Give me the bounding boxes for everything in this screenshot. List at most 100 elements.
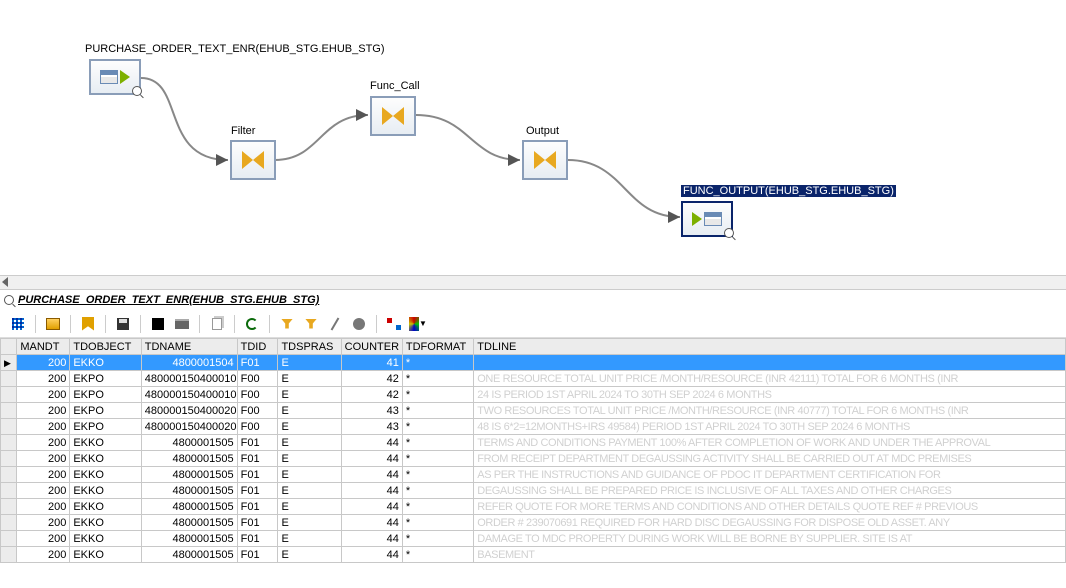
- cell-counter: 42: [341, 371, 402, 387]
- node-filter[interactable]: [230, 140, 276, 180]
- cell-tdformat: *: [402, 515, 473, 531]
- row-selector[interactable]: [1, 371, 17, 387]
- magnify-icon[interactable]: [724, 228, 734, 238]
- open-button[interactable]: [113, 314, 133, 334]
- table-row[interactable]: 200EKKO4800001505F01E44*FROM RECEIPT DEP…: [1, 451, 1066, 467]
- cell-tdline: DEGAUSSING SHALL BE PREPARED PRICE IS IN…: [474, 483, 1066, 499]
- cell-tdline: 48 IS 6*2=12MONTHS+IRS 49584) PERIOD 1ST…: [474, 419, 1066, 435]
- cell-tdid: F01: [237, 355, 278, 371]
- cell-tdname: 4800001504: [141, 355, 237, 371]
- col-tdline[interactable]: TDLINE: [474, 339, 1066, 355]
- row-selector[interactable]: [1, 387, 17, 403]
- cell-tdformat: *: [402, 467, 473, 483]
- row-selector[interactable]: [1, 467, 17, 483]
- cell-tdspras: E: [278, 515, 341, 531]
- col-tdid[interactable]: TDID: [237, 339, 278, 355]
- table-row[interactable]: 200EKKO4800001505F01E44*REFER QUOTE FOR …: [1, 499, 1066, 515]
- filter-add-button[interactable]: [301, 314, 321, 334]
- row-selector-header[interactable]: [1, 339, 17, 355]
- node-output-label: Output: [526, 125, 559, 137]
- table-row[interactable]: 200EKKO4800001504F01E41*: [1, 355, 1066, 371]
- cell-tdline: FROM RECEIPT DEPARTMENT DEGAUSSING ACTIV…: [474, 451, 1066, 467]
- flow-button[interactable]: [384, 314, 404, 334]
- row-selector[interactable]: [1, 483, 17, 499]
- cell-tdspras: E: [278, 547, 341, 563]
- cell-tdobject: EKKO: [70, 451, 141, 467]
- diagram-canvas[interactable]: PURCHASE_ORDER_TEXT_ENR(EHUB_STG.EHUB_ST…: [0, 0, 1066, 290]
- cell-tdid: F01: [237, 515, 278, 531]
- diagram-hscrollbar[interactable]: [0, 275, 1066, 289]
- cell-tdobject: EKPO: [70, 387, 141, 403]
- row-selector[interactable]: [1, 515, 17, 531]
- cell-tdline: REFER QUOTE FOR MORE TERMS AND CONDITION…: [474, 499, 1066, 515]
- transform-icon: [382, 107, 404, 125]
- row-selector[interactable]: [1, 531, 17, 547]
- node-target[interactable]: [681, 201, 733, 237]
- print-button[interactable]: [172, 314, 192, 334]
- refresh-button[interactable]: [242, 314, 262, 334]
- cell-tdformat: *: [402, 531, 473, 547]
- table-row[interactable]: 200EKPO480000150400010F00E42*ONE RESOURC…: [1, 371, 1066, 387]
- col-counter[interactable]: COUNTER: [341, 339, 402, 355]
- palette-button[interactable]: ▼: [408, 314, 428, 334]
- col-mandt[interactable]: MANDT: [17, 339, 70, 355]
- row-selector[interactable]: [1, 355, 17, 371]
- records-button[interactable]: [8, 314, 28, 334]
- wand-icon: [331, 317, 340, 330]
- cell-tdformat: *: [402, 387, 473, 403]
- table-row[interactable]: 200EKKO4800001505F01E44*DAMAGE TO MDC PR…: [1, 531, 1066, 547]
- filter-clear-button[interactable]: [325, 314, 345, 334]
- cell-tdobject: EKKO: [70, 467, 141, 483]
- node-source[interactable]: [89, 59, 141, 95]
- cell-tdname: 4800001505: [141, 451, 237, 467]
- sort-button[interactable]: [349, 314, 369, 334]
- cell-tdid: F01: [237, 467, 278, 483]
- row-selector[interactable]: [1, 435, 17, 451]
- cell-tdname: 4800001505: [141, 499, 237, 515]
- cell-tdline: TWO RESOURCES TOTAL UNIT PRICE /MONTH/RE…: [474, 403, 1066, 419]
- cell-tdobject: EKPO: [70, 403, 141, 419]
- col-tdobject[interactable]: TDOBJECT: [70, 339, 141, 355]
- cell-tdid: F01: [237, 547, 278, 563]
- bookmark-button[interactable]: [78, 314, 98, 334]
- table-row[interactable]: 200EKKO4800001505F01E44*TERMS AND CONDIT…: [1, 435, 1066, 451]
- col-tdformat[interactable]: TDFORMAT: [402, 339, 473, 355]
- row-selector[interactable]: [1, 419, 17, 435]
- magnify-icon[interactable]: [132, 86, 142, 96]
- folder-icon: [46, 318, 60, 330]
- cell-tdspras: E: [278, 371, 341, 387]
- bookmark-icon: [82, 317, 94, 331]
- cell-tdformat: *: [402, 419, 473, 435]
- row-selector[interactable]: [1, 499, 17, 515]
- table-row[interactable]: 200EKKO4800001505F01E44*AS PER THE INSTR…: [1, 467, 1066, 483]
- cell-counter: 41: [341, 355, 402, 371]
- table-row[interactable]: 200EKKO4800001505F01E44*DEGAUSSING SHALL…: [1, 483, 1066, 499]
- transform-icon: [534, 151, 556, 169]
- table-row[interactable]: 200EKPO480000150400010F00E42*24 IS PERIO…: [1, 387, 1066, 403]
- cell-mandt: 200: [17, 419, 70, 435]
- row-selector[interactable]: [1, 547, 17, 563]
- cell-tdname: 480000150400020: [141, 403, 237, 419]
- cell-tdid: F01: [237, 531, 278, 547]
- table-row[interactable]: 200EKPO480000150400020F00E43*48 IS 6*2=1…: [1, 419, 1066, 435]
- browse-button[interactable]: [43, 314, 63, 334]
- table-row[interactable]: 200EKKO4800001505F01E44*BASEMENT: [1, 547, 1066, 563]
- cell-tdline: ORDER # 239070691 REQUIRED FOR HARD DISC…: [474, 515, 1066, 531]
- copy-button[interactable]: [207, 314, 227, 334]
- filter-button[interactable]: [277, 314, 297, 334]
- save-button[interactable]: [148, 314, 168, 334]
- cell-mandt: 200: [17, 499, 70, 515]
- preview-table[interactable]: MANDT TDOBJECT TDNAME TDID TDSPRAS COUNT…: [0, 338, 1066, 563]
- row-selector[interactable]: [1, 403, 17, 419]
- col-tdname[interactable]: TDNAME: [141, 339, 237, 355]
- row-selector[interactable]: [1, 451, 17, 467]
- node-funccall[interactable]: [370, 96, 416, 136]
- col-tdspras[interactable]: TDSPRAS: [278, 339, 341, 355]
- cell-mandt: 200: [17, 355, 70, 371]
- cell-tdid: F00: [237, 371, 278, 387]
- node-output[interactable]: [522, 140, 568, 180]
- grid-icon: [12, 318, 24, 330]
- table-row[interactable]: 200EKKO4800001505F01E44*ORDER # 23907069…: [1, 515, 1066, 531]
- table-row[interactable]: 200EKPO480000150400020F00E43*TWO RESOURC…: [1, 403, 1066, 419]
- flow-icon: [387, 318, 401, 330]
